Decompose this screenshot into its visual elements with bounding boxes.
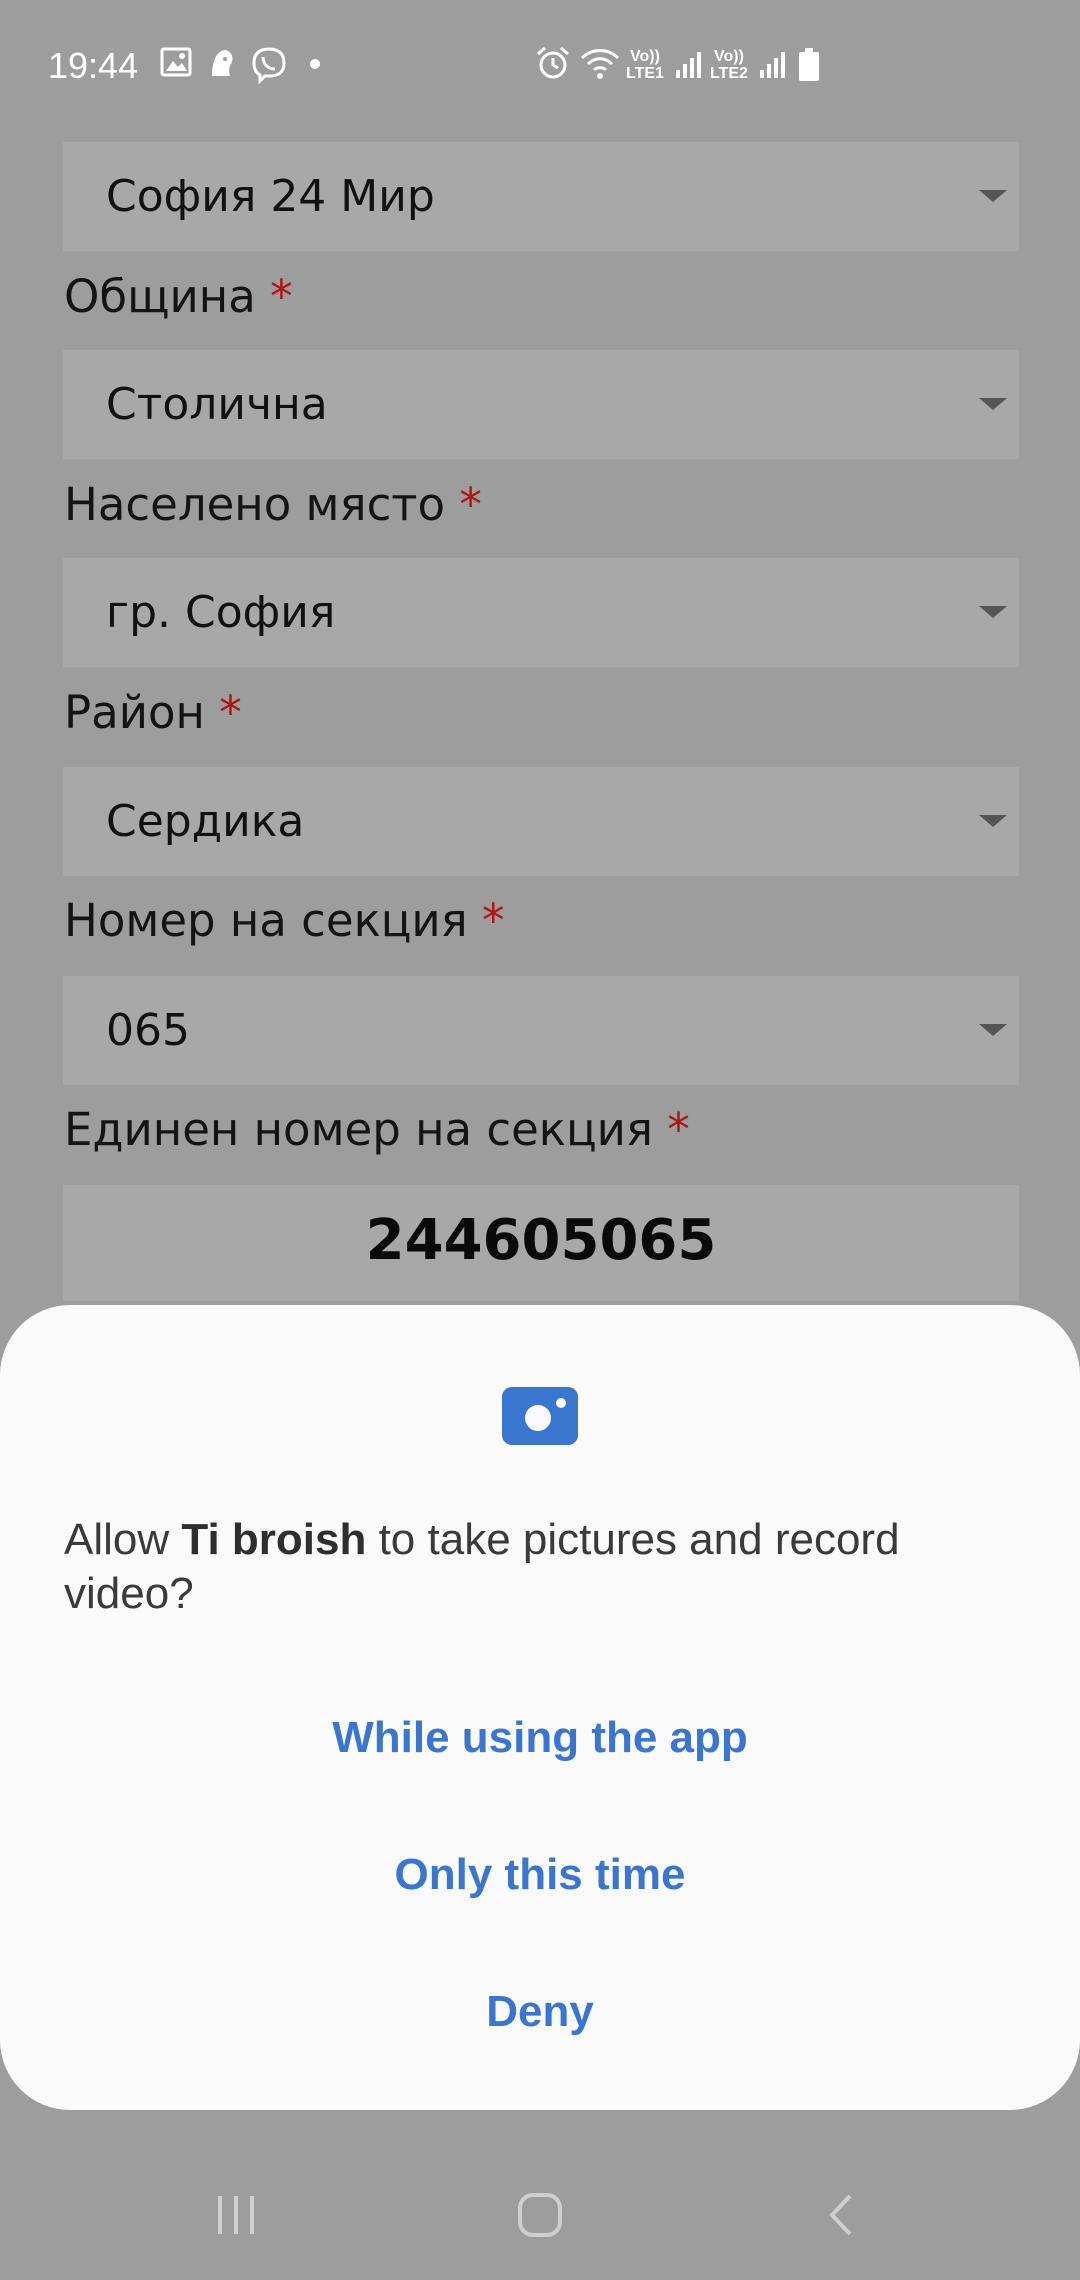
app-name: Ti broish <box>181 1515 367 1564</box>
sim2-network-label: Vo)) LTE2 <box>710 48 748 82</box>
permission-dialog: Allow Ti broish to take pictures and rec… <box>0 1305 1080 2110</box>
camera-icon <box>502 1387 578 1445</box>
battery-icon <box>799 48 819 81</box>
while-using-the-app-button[interactable]: While using the app <box>0 1678 1080 1798</box>
status-time: 19:44 <box>48 45 139 86</box>
unique-section-number-value: 244605065 <box>365 1208 717 1273</box>
caret-down-icon <box>979 190 1007 202</box>
notification-dot <box>310 59 320 69</box>
required-mark: * <box>667 1103 690 1156</box>
message-prefix: Allow <box>64 1515 182 1564</box>
district-label: Район * <box>64 686 242 739</box>
alarm-icon <box>537 46 569 79</box>
permission-message: Allow Ti broish to take pictures and rec… <box>64 1513 1024 1621</box>
required-mark: * <box>482 894 505 947</box>
unique-section-number-field: 244605065 <box>63 1185 1019 1301</box>
select-value: гр. София <box>106 587 336 638</box>
sim2-volte-label: Vo)) <box>714 48 744 65</box>
wifi-icon <box>580 49 620 79</box>
sim1-volte-label: Vo)) <box>630 48 660 65</box>
deny-button[interactable]: Deny <box>0 1952 1080 2072</box>
status-bar: 19:44 Vo)) LTE1 Vo)) LTE2 <box>0 0 1080 130</box>
municipality-select[interactable]: Столична <box>63 350 1019 459</box>
gallery-icon <box>160 47 192 77</box>
select-value: София 24 Мир <box>106 171 435 222</box>
label-text: Район <box>64 686 205 739</box>
back-icon[interactable] <box>818 2190 868 2240</box>
viber-icon <box>252 47 286 84</box>
signal-icon <box>676 52 701 78</box>
section-number-label: Номер на секция * <box>64 894 505 947</box>
navigation-bar <box>0 2150 1080 2280</box>
recent-apps-icon[interactable] <box>212 2190 262 2240</box>
sim1-lte-label: LTE1 <box>626 65 664 82</box>
select-value: Сердика <box>106 796 305 847</box>
only-this-time-button[interactable]: Only this time <box>0 1815 1080 1935</box>
required-mark: * <box>270 270 293 323</box>
label-text: Населено място <box>64 478 446 531</box>
unique-section-number-label: Единен номер на секция * <box>64 1103 690 1156</box>
electoral-region-select[interactable]: София 24 Мир <box>63 142 1019 251</box>
required-mark: * <box>459 478 482 531</box>
caret-down-icon <box>979 606 1007 618</box>
caret-down-icon <box>979 398 1007 410</box>
caret-down-icon <box>979 1024 1007 1036</box>
home-icon[interactable] <box>515 2190 565 2240</box>
premier-league-icon <box>212 50 233 76</box>
caret-down-icon <box>979 815 1007 827</box>
section-number-select[interactable]: 065 <box>63 976 1019 1085</box>
municipality-label: Община * <box>64 270 293 323</box>
district-select[interactable]: Сердика <box>63 767 1019 876</box>
select-value: Столична <box>106 379 328 430</box>
label-text: Номер на секция <box>64 894 468 947</box>
label-text: Единен номер на секция <box>64 1103 653 1156</box>
required-mark: * <box>219 686 242 739</box>
settlement-label: Населено място * <box>64 478 482 531</box>
signal-icon <box>760 52 785 78</box>
sim2-lte-label: LTE2 <box>710 65 748 82</box>
settlement-select[interactable]: гр. София <box>63 558 1019 667</box>
sim1-network-label: Vo)) LTE1 <box>626 48 664 82</box>
label-text: Община <box>64 270 256 323</box>
select-value: 065 <box>106 1005 190 1056</box>
